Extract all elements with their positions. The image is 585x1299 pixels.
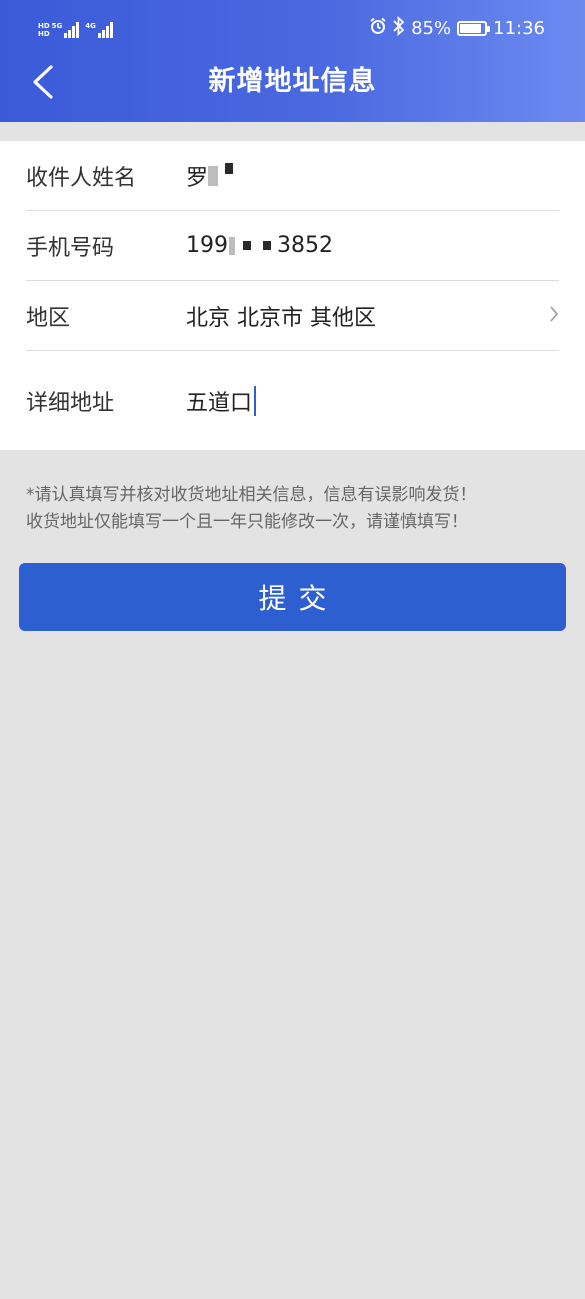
region-row[interactable]: 地区 北京 北京市 其他区 — [26, 281, 559, 350]
bluetooth-icon — [393, 15, 405, 41]
signal-indicators: HD HD 5G 4G — [38, 16, 113, 38]
hd-tag-bottom: HD — [38, 30, 50, 38]
signal-bars-icon — [97, 22, 113, 38]
battery-fill — [460, 23, 481, 33]
notice-text: *请认真填写并核对收货地址相关信息，信息有误影响发货！ 收货地址仅能填写一个且一… — [26, 482, 566, 536]
text-cursor — [254, 386, 257, 416]
region-label: 地区 — [26, 305, 71, 331]
battery-percent: 85% — [411, 17, 452, 39]
clock: 11:36 — [493, 17, 545, 39]
name-row[interactable]: 收件人姓名 罗 — [26, 141, 559, 210]
address-form: 收件人姓名 罗 手机号码 199 3852 地区 北京 北京市 其他区 详细地址… — [0, 141, 585, 450]
battery-icon — [457, 20, 491, 36]
phone-mask-dark — [263, 241, 271, 250]
name-label: 收件人姓名 — [26, 165, 137, 191]
region-value: 北京 北京市 其他区 — [186, 305, 376, 331]
notice-line-2: 收货地址仅能填写一个且一年只能修改一次，请谨慎填写！ — [26, 512, 468, 532]
phone-label: 手机号码 — [26, 235, 115, 261]
page-title: 新增地址信息 — [208, 66, 377, 97]
phone-value-suffix: 3852 — [277, 233, 333, 258]
signal-tags: HD HD — [38, 22, 50, 38]
address-row[interactable]: 详细地址 五道口 — [26, 351, 559, 451]
phone-row[interactable]: 手机号码 199 3852 — [26, 211, 559, 280]
chevron-right-icon — [549, 305, 559, 327]
phone-field[interactable]: 199 3852 — [186, 233, 333, 258]
notice-line-1: *请认真填写并核对收货地址相关信息，信息有误影响发货！ — [26, 485, 477, 505]
name-field[interactable]: 罗 — [186, 160, 234, 192]
submit-button[interactable]: 提交 — [19, 563, 566, 631]
phone-value-prefix: 199 — [186, 233, 228, 258]
signal-group-2: 4G — [85, 22, 113, 38]
address-label: 详细地址 — [26, 391, 115, 416]
phone-mask-dark — [243, 241, 251, 250]
name-mask-dark — [225, 162, 234, 174]
network-type-4g: 4G — [85, 22, 96, 30]
address-value: 五道口 — [186, 391, 253, 416]
status-right: 85% 11:36 — [369, 14, 545, 42]
signal-bars-icon — [64, 22, 80, 38]
name-mask — [208, 165, 219, 186]
header: HD HD 5G 4G 85% 11:36 新增地址信息 — [0, 0, 585, 122]
name-value: 罗 — [186, 165, 209, 191]
status-bar: HD HD 5G 4G 85% 11:36 — [0, 0, 585, 56]
phone-mask — [229, 236, 235, 255]
address-input[interactable]: 五道口 — [186, 385, 257, 417]
hd-tag-top: HD — [38, 22, 50, 30]
signal-group-1: HD HD 5G — [38, 22, 80, 38]
network-type-5g: 5G — [51, 22, 63, 30]
alarm-icon — [369, 17, 387, 40]
